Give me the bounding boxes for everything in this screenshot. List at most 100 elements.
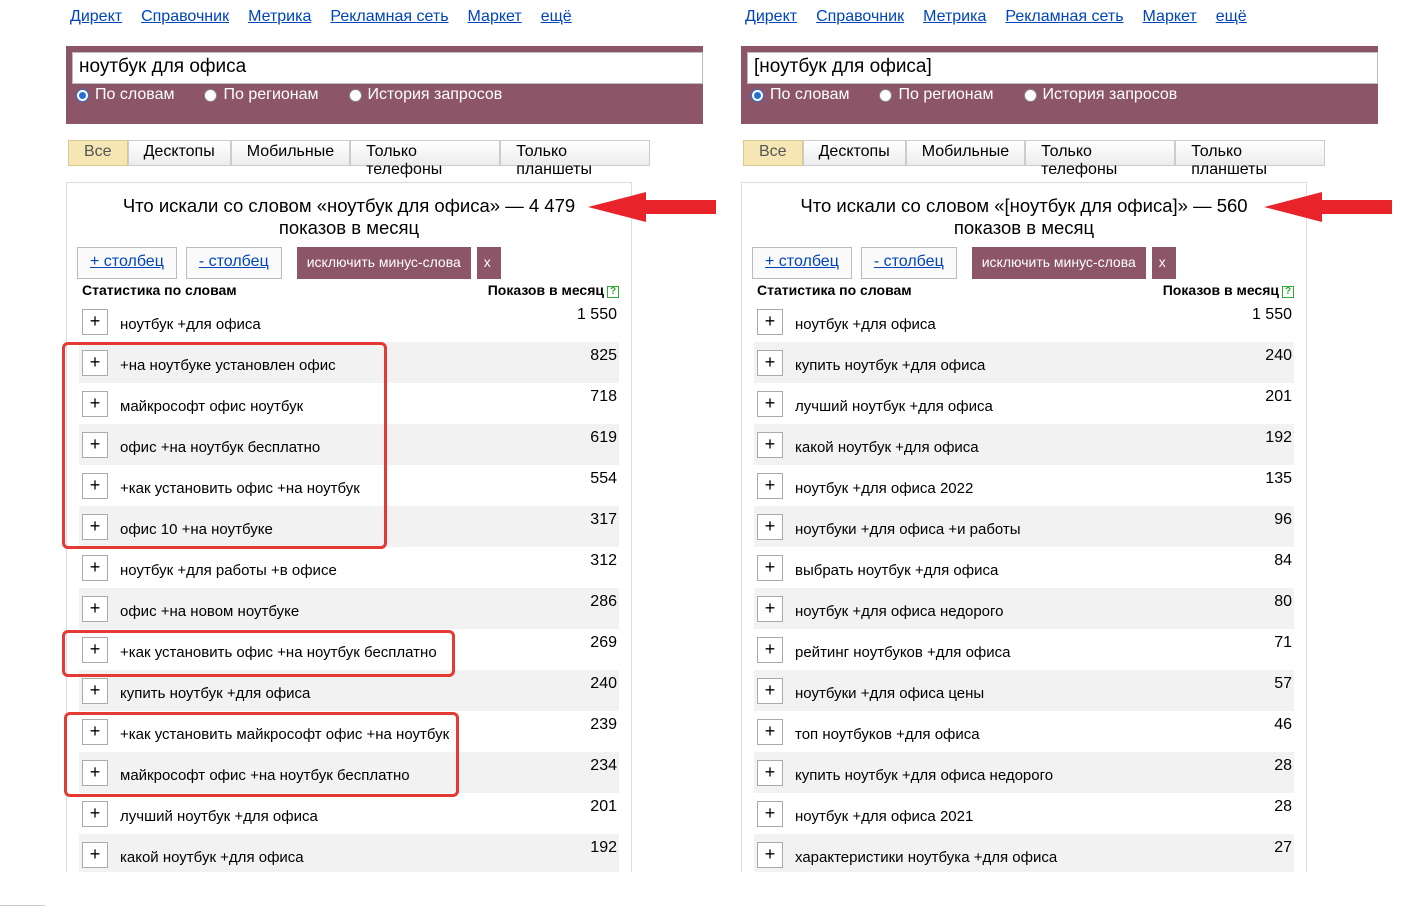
tab-phones-only[interactable]: Только телефоны bbox=[350, 140, 501, 178]
table-row: + ноутбук +для офиса 2021 28 bbox=[754, 793, 1294, 834]
close-button[interactable]: x bbox=[1151, 247, 1176, 279]
keyword-text[interactable]: купить ноутбук +для офиса bbox=[795, 357, 985, 374]
nav-link-metrika[interactable]: Метрика bbox=[923, 8, 986, 26]
nav-link-direct[interactable]: Директ bbox=[745, 8, 797, 26]
table-row: + какой ноутбук +для офиса 192 bbox=[79, 834, 619, 872]
exclude-minus-words-button[interactable]: исключить минус-слова bbox=[296, 247, 471, 279]
add-keyword-button[interactable]: + bbox=[757, 719, 783, 745]
column-header: Статистика по словам Показов в месяц? bbox=[757, 282, 1294, 298]
add-keyword-button[interactable]: + bbox=[757, 801, 783, 827]
tab-desktops[interactable]: Десктопы bbox=[127, 140, 231, 166]
nav-link-reference[interactable]: Справочник bbox=[816, 8, 904, 26]
keyword-text[interactable]: ноутбук +для офиса bbox=[120, 316, 261, 333]
radio-by-regions[interactable]: По регионам bbox=[879, 86, 994, 104]
add-keyword-button[interactable]: + bbox=[757, 309, 783, 335]
nav-link-direct[interactable]: Директ bbox=[70, 8, 122, 26]
tab-mobile[interactable]: Мобильные bbox=[230, 140, 351, 166]
tab-all[interactable]: Все bbox=[68, 140, 128, 166]
nav-link-market[interactable]: Маркет bbox=[468, 8, 522, 26]
keyword-text[interactable]: ноутбук +для работы +в офисе bbox=[120, 562, 337, 579]
impressions-count: 317 bbox=[590, 511, 617, 528]
search-input[interactable]: [ноутбук для офиса] bbox=[747, 52, 1378, 84]
table-row: + топ ноутбуков +для офиса 46 bbox=[754, 711, 1294, 752]
nav-link-more[interactable]: ещё bbox=[541, 8, 572, 26]
add-keyword-button[interactable]: + bbox=[757, 432, 783, 458]
table-row: + купить ноутбук +для офиса 240 bbox=[754, 342, 1294, 383]
highlight-box bbox=[62, 630, 455, 677]
keyword-text[interactable]: ноутбуки +для офиса +и работы bbox=[795, 521, 1021, 538]
remove-column-button[interactable]: - столбец bbox=[860, 247, 957, 279]
help-icon[interactable]: ? bbox=[1282, 286, 1294, 298]
keyword-text[interactable]: лучший ноутбук +для офиса bbox=[795, 398, 993, 415]
keyword-text[interactable]: характеристики ноутбука +для офиса bbox=[795, 849, 1057, 866]
red-arrow-icon bbox=[588, 192, 716, 222]
close-button[interactable]: x bbox=[476, 247, 501, 279]
impressions-count: 27 bbox=[1274, 839, 1292, 856]
impressions-count: 135 bbox=[1265, 470, 1292, 487]
nav-link-reference[interactable]: Справочник bbox=[141, 8, 229, 26]
keyword-text[interactable]: купить ноутбук +для офиса bbox=[120, 685, 310, 702]
add-keyword-button[interactable]: + bbox=[82, 842, 108, 868]
add-keyword-button[interactable]: + bbox=[757, 760, 783, 786]
tab-phones-only[interactable]: Только телефоны bbox=[1025, 140, 1176, 178]
impressions-count: 201 bbox=[590, 798, 617, 815]
radio-by-words[interactable]: По словам bbox=[751, 86, 849, 104]
nav-link-more[interactable]: ещё bbox=[1216, 8, 1247, 26]
add-column-button[interactable]: + столбец bbox=[752, 247, 852, 279]
radio-by-words[interactable]: По словам bbox=[76, 86, 174, 104]
tab-desktops[interactable]: Десктопы bbox=[802, 140, 906, 166]
add-keyword-button[interactable]: + bbox=[82, 555, 108, 581]
keyword-text[interactable]: выбрать ноутбук +для офиса bbox=[795, 562, 998, 579]
add-keyword-button[interactable]: + bbox=[82, 801, 108, 827]
radio-history[interactable]: История запросов bbox=[1023, 86, 1177, 104]
table-row: + ноутбук +для офиса 1 550 bbox=[79, 301, 619, 342]
keyword-text[interactable]: купить ноутбук +для офиса недорого bbox=[795, 767, 1053, 784]
table-row: + ноутбуки +для офиса цены 57 bbox=[754, 670, 1294, 711]
tab-mobile[interactable]: Мобильные bbox=[905, 140, 1026, 166]
help-icon[interactable]: ? bbox=[607, 286, 619, 298]
keyword-text[interactable]: топ ноутбуков +для офиса bbox=[795, 726, 980, 743]
add-keyword-button[interactable]: + bbox=[757, 637, 783, 663]
add-keyword-button[interactable]: + bbox=[82, 309, 108, 335]
nav-link-ad-network[interactable]: Рекламная сеть bbox=[330, 8, 448, 26]
nav-link-metrika[interactable]: Метрика bbox=[248, 8, 311, 26]
impressions-count: 28 bbox=[1274, 798, 1292, 815]
add-keyword-button[interactable]: + bbox=[757, 842, 783, 868]
keyword-text[interactable]: ноутбук +для офиса bbox=[795, 316, 936, 333]
column-header-words: Статистика по словам bbox=[82, 282, 237, 298]
add-keyword-button[interactable]: + bbox=[757, 596, 783, 622]
nav-link-market[interactable]: Маркет bbox=[1143, 8, 1197, 26]
search-input[interactable]: ноутбук для офиса bbox=[72, 52, 703, 84]
add-keyword-button[interactable]: + bbox=[82, 678, 108, 704]
impressions-count: 192 bbox=[1265, 429, 1292, 446]
add-keyword-button[interactable]: + bbox=[757, 473, 783, 499]
keyword-text[interactable]: офис +на новом ноутбуке bbox=[120, 603, 299, 620]
keyword-text[interactable]: какой ноутбук +для офиса bbox=[795, 439, 979, 456]
keyword-text[interactable]: рейтинг ноутбуков +для офиса bbox=[795, 644, 1011, 661]
table-row: + ноутбук +для офиса недорого 80 bbox=[754, 588, 1294, 629]
add-column-button[interactable]: + столбец bbox=[77, 247, 177, 279]
add-keyword-button[interactable]: + bbox=[757, 555, 783, 581]
impressions-count: 234 bbox=[590, 757, 617, 774]
table-row: + ноутбук +для офиса 1 550 bbox=[754, 301, 1294, 342]
remove-column-button[interactable]: - столбец bbox=[185, 247, 282, 279]
add-keyword-button[interactable]: + bbox=[757, 514, 783, 540]
tab-tablets-only[interactable]: Только планшеты bbox=[1175, 140, 1325, 178]
results-headline: Что искали со словом «[ноутбук для офиса… bbox=[800, 195, 1248, 238]
add-keyword-button[interactable]: + bbox=[757, 391, 783, 417]
radio-by-regions[interactable]: По регионам bbox=[204, 86, 319, 104]
add-keyword-button[interactable]: + bbox=[82, 596, 108, 622]
add-keyword-button[interactable]: + bbox=[757, 350, 783, 376]
keyword-text[interactable]: ноутбук +для офиса 2022 bbox=[795, 480, 973, 497]
exclude-minus-words-button[interactable]: исключить минус-слова bbox=[971, 247, 1146, 279]
tab-tablets-only[interactable]: Только планшеты bbox=[500, 140, 650, 178]
keyword-text[interactable]: лучший ноутбук +для офиса bbox=[120, 808, 318, 825]
keyword-text[interactable]: ноутбук +для офиса недорого bbox=[795, 603, 1004, 620]
keyword-text[interactable]: ноутбук +для офиса 2021 bbox=[795, 808, 973, 825]
tab-all[interactable]: Все bbox=[743, 140, 803, 166]
keyword-text[interactable]: какой ноутбук +для офиса bbox=[120, 849, 304, 866]
radio-history[interactable]: История запросов bbox=[348, 86, 502, 104]
add-keyword-button[interactable]: + bbox=[757, 678, 783, 704]
keyword-text[interactable]: ноутбуки +для офиса цены bbox=[795, 685, 984, 702]
nav-link-ad-network[interactable]: Рекламная сеть bbox=[1005, 8, 1123, 26]
